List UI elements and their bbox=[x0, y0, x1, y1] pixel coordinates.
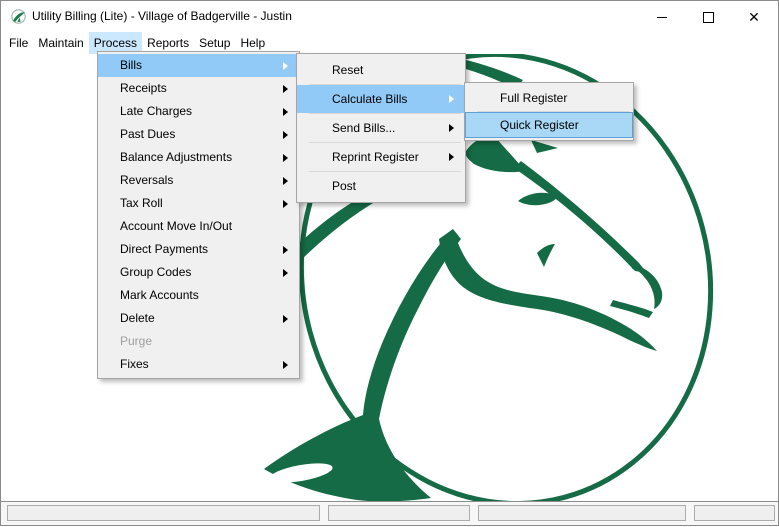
submenu-arrow-icon bbox=[283, 62, 288, 70]
menu-item-bills[interactable]: Bills bbox=[98, 54, 299, 77]
status-panel-2 bbox=[328, 505, 470, 521]
menu-item-label: Purge bbox=[120, 334, 152, 348]
menu-item-label: Quick Register bbox=[500, 118, 579, 132]
menubar-item-file[interactable]: File bbox=[4, 32, 33, 54]
submenu-arrow-icon bbox=[283, 154, 288, 162]
menu-item-label: Balance Adjustments bbox=[120, 150, 232, 164]
submenu-arrow-icon bbox=[283, 361, 288, 369]
submenu-arrow-icon bbox=[283, 269, 288, 277]
submenu-arrow-icon bbox=[283, 108, 288, 116]
menu-item-fixes[interactable]: Fixes bbox=[98, 353, 299, 376]
minimize-icon bbox=[657, 17, 667, 18]
menu-item-label: Reprint Register bbox=[332, 150, 419, 164]
submenu-arrow-icon bbox=[449, 95, 454, 103]
menu-item-label: Account Move In/Out bbox=[120, 219, 232, 233]
maximize-icon bbox=[703, 12, 714, 23]
menu-item-group-codes[interactable]: Group Codes bbox=[98, 261, 299, 284]
menu-item-mark-accounts[interactable]: Mark Accounts bbox=[98, 284, 299, 307]
app-logo-icon[interactable] bbox=[10, 8, 27, 25]
process-menu: Bills Receipts Late Charges Past Dues Ba… bbox=[97, 51, 300, 379]
minimize-button[interactable] bbox=[639, 2, 685, 32]
menu-item-label: Mark Accounts bbox=[120, 288, 199, 302]
menu-item-label: Group Codes bbox=[120, 265, 191, 279]
menu-item-label: Receipts bbox=[120, 81, 167, 95]
status-bar bbox=[1, 501, 778, 525]
menu-item-purge: Purge bbox=[98, 330, 299, 353]
calculate-bills-submenu: Full Register Quick Register bbox=[464, 82, 634, 141]
submenu-arrow-icon bbox=[283, 177, 288, 185]
status-panel-1 bbox=[7, 505, 320, 521]
menu-item-send-bills[interactable]: Send Bills... bbox=[297, 114, 465, 142]
menubar-item-maintain[interactable]: Maintain bbox=[33, 32, 88, 54]
window-controls: ✕ bbox=[639, 2, 777, 32]
menu-item-label: Bills bbox=[120, 58, 142, 72]
status-panel-3 bbox=[478, 505, 686, 521]
maximize-button[interactable] bbox=[685, 2, 731, 32]
menu-item-tax-roll[interactable]: Tax Roll bbox=[98, 192, 299, 215]
bills-submenu: Reset Calculate Bills Send Bills... Repr… bbox=[296, 53, 466, 203]
window-title: Utility Billing (Lite) - Village of Badg… bbox=[32, 1, 292, 32]
menu-item-label: Send Bills... bbox=[332, 121, 395, 135]
submenu-arrow-icon bbox=[283, 246, 288, 254]
menu-item-late-charges[interactable]: Late Charges bbox=[98, 100, 299, 123]
submenu-arrow-icon bbox=[283, 131, 288, 139]
close-icon: ✕ bbox=[748, 10, 760, 24]
menu-item-full-register[interactable]: Full Register bbox=[465, 85, 633, 111]
menu-item-label: Full Register bbox=[500, 91, 567, 105]
status-panel-4 bbox=[694, 505, 775, 521]
menu-item-reprint-register[interactable]: Reprint Register bbox=[297, 143, 465, 171]
app-window: Utility Billing (Lite) - Village of Badg… bbox=[0, 0, 779, 526]
menu-item-reset[interactable]: Reset bbox=[297, 56, 465, 84]
menu-item-quick-register[interactable]: Quick Register bbox=[465, 112, 633, 138]
menu-item-label: Past Dues bbox=[120, 127, 175, 141]
menu-item-reversals[interactable]: Reversals bbox=[98, 169, 299, 192]
menu-item-label: Delete bbox=[120, 311, 155, 325]
menu-item-label: Fixes bbox=[120, 357, 149, 371]
submenu-arrow-icon bbox=[449, 153, 454, 161]
menu-item-delete[interactable]: Delete bbox=[98, 307, 299, 330]
title-bar: Utility Billing (Lite) - Village of Badg… bbox=[1, 1, 778, 32]
menu-item-calculate-bills[interactable]: Calculate Bills bbox=[297, 85, 465, 113]
menu-item-label: Reset bbox=[332, 63, 363, 77]
menu-item-label: Tax Roll bbox=[120, 196, 163, 210]
menu-item-receipts[interactable]: Receipts bbox=[98, 77, 299, 100]
menu-item-past-dues[interactable]: Past Dues bbox=[98, 123, 299, 146]
submenu-arrow-icon bbox=[283, 200, 288, 208]
menu-item-direct-payments[interactable]: Direct Payments bbox=[98, 238, 299, 261]
menu-item-post[interactable]: Post bbox=[297, 172, 465, 200]
submenu-arrow-icon bbox=[283, 315, 288, 323]
menu-item-account-move[interactable]: Account Move In/Out bbox=[98, 215, 299, 238]
menu-item-label: Direct Payments bbox=[120, 242, 208, 256]
menu-item-label: Reversals bbox=[120, 173, 173, 187]
submenu-arrow-icon bbox=[283, 85, 288, 93]
submenu-arrow-icon bbox=[449, 124, 454, 132]
menu-item-label: Post bbox=[332, 179, 356, 193]
menu-item-balance-adjustments[interactable]: Balance Adjustments bbox=[98, 146, 299, 169]
menu-item-label: Late Charges bbox=[120, 104, 192, 118]
close-button[interactable]: ✕ bbox=[731, 2, 777, 32]
menu-item-label: Calculate Bills bbox=[332, 92, 407, 106]
